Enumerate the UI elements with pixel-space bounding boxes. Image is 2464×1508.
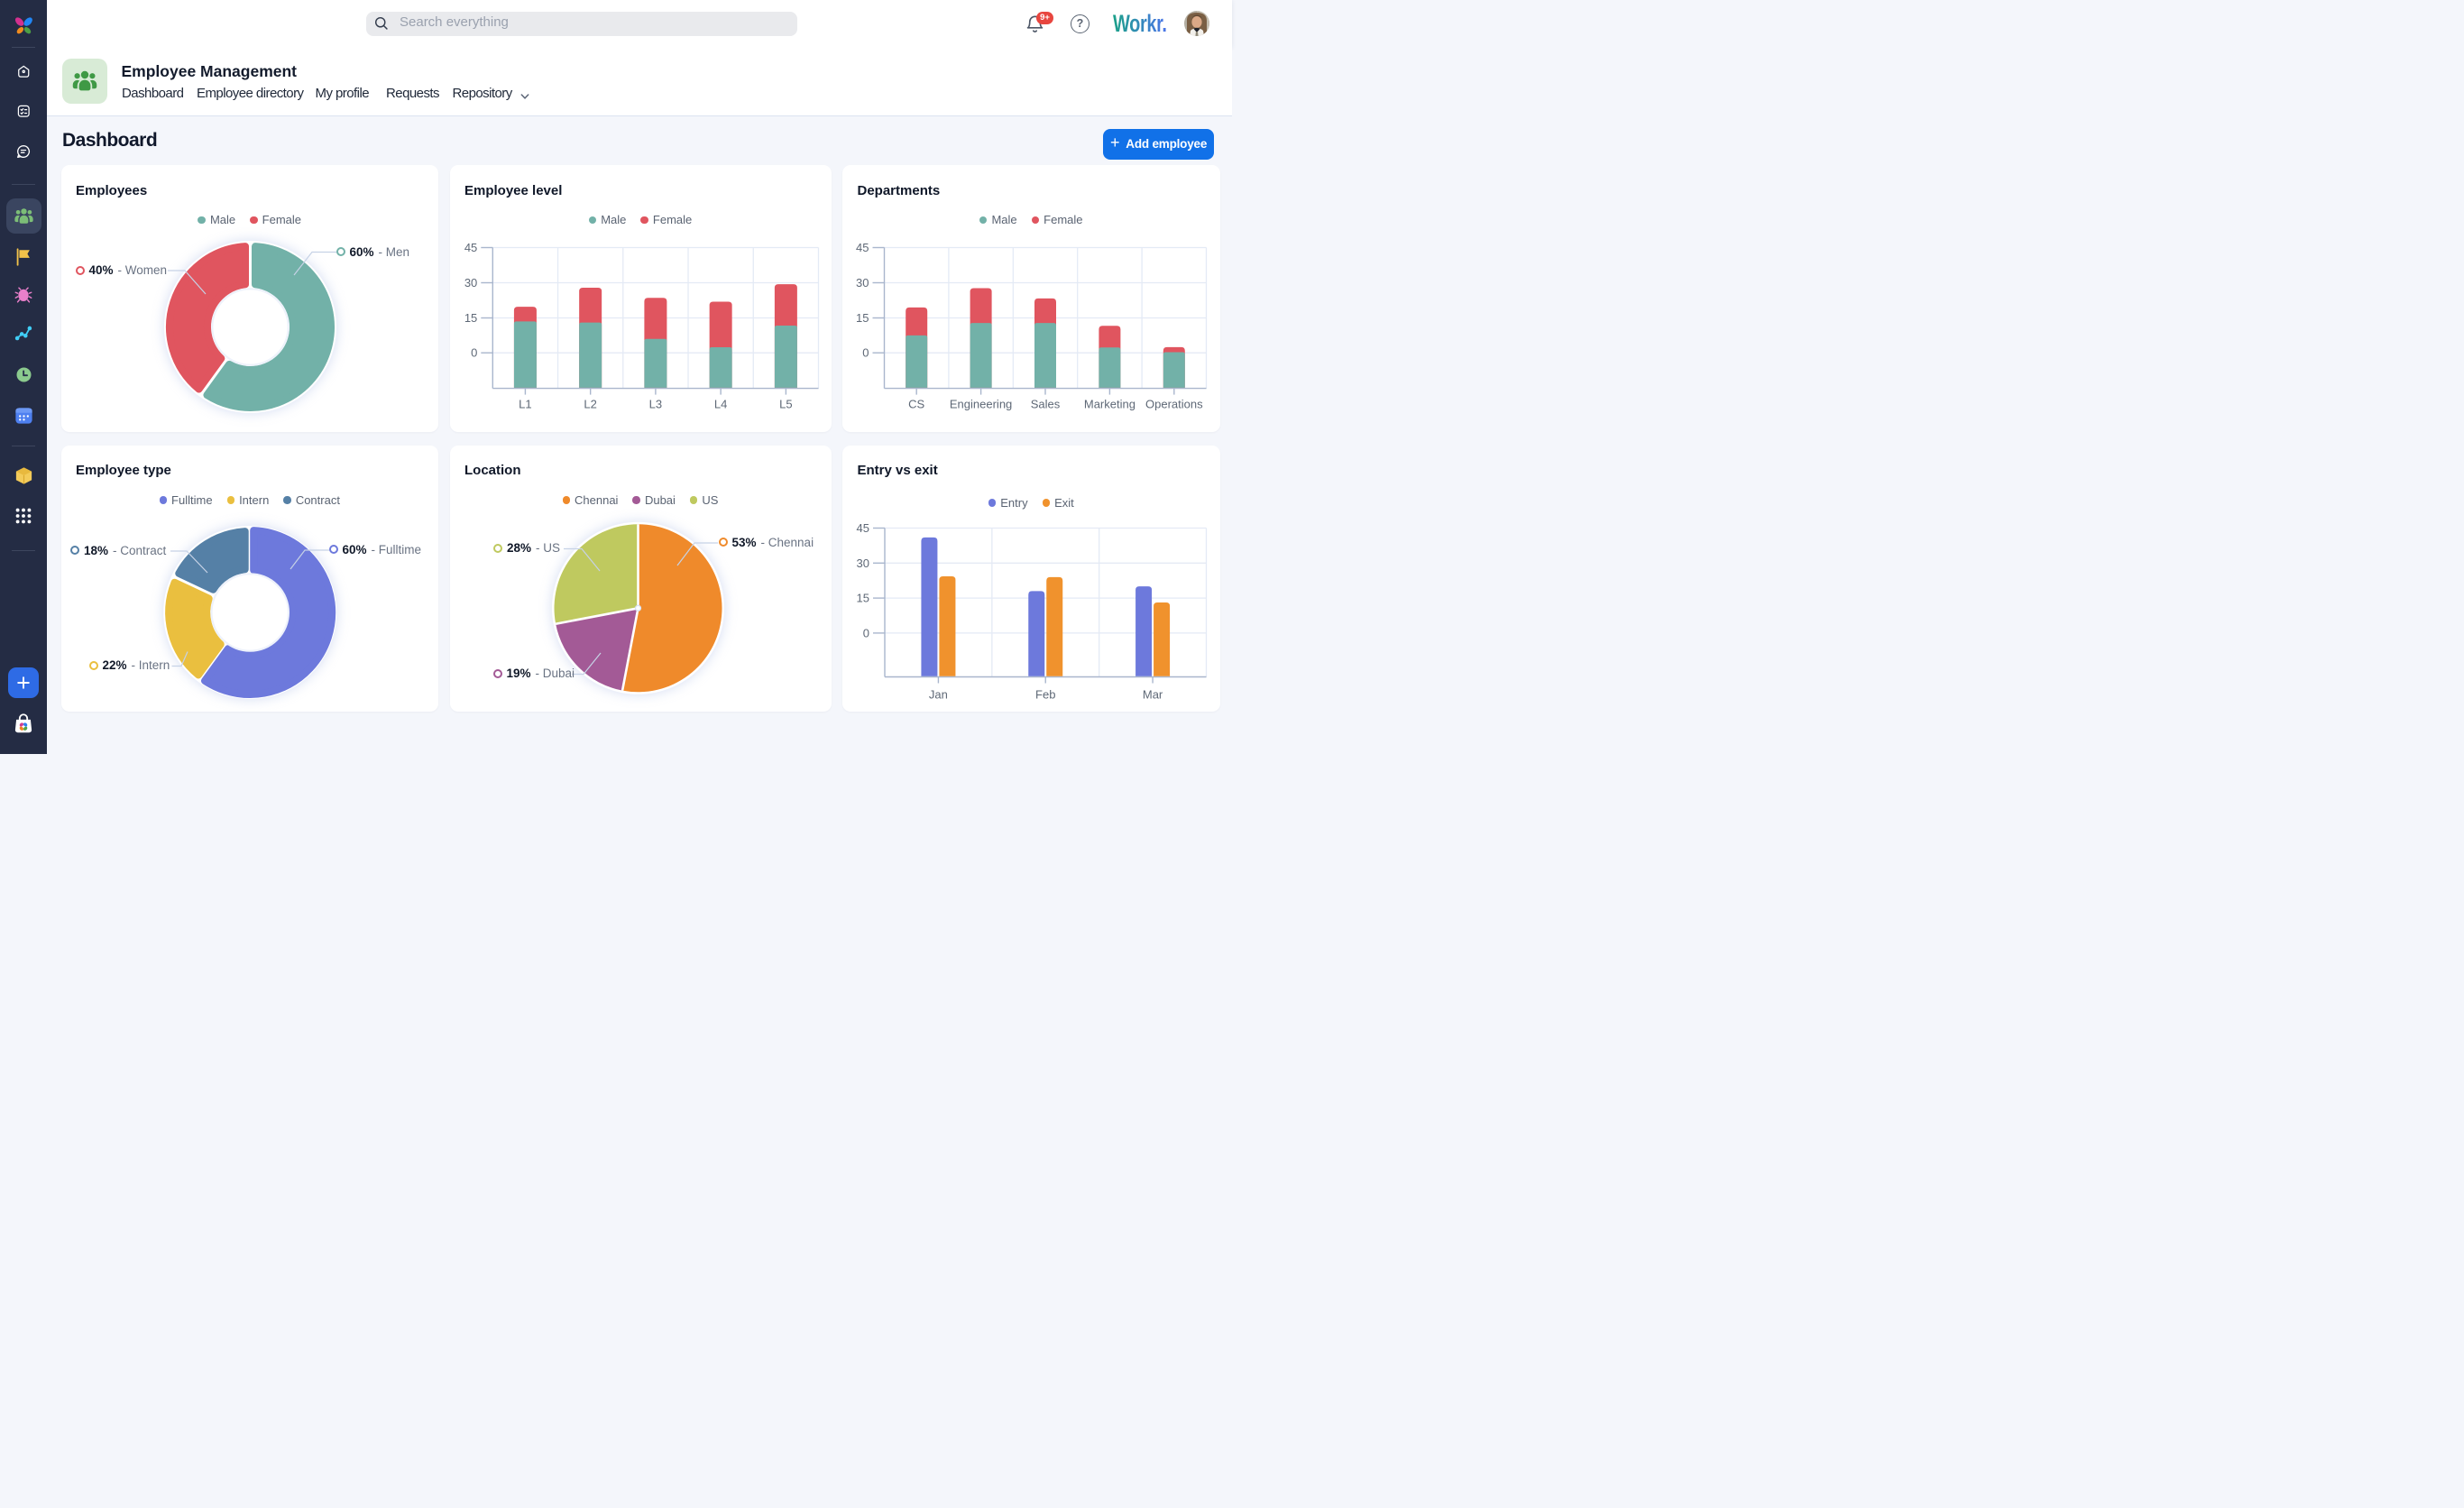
svg-text:45: 45 xyxy=(856,241,869,254)
svg-text:Engineering: Engineering xyxy=(950,398,1012,411)
svg-text:L4: L4 xyxy=(713,398,726,411)
svg-text:15: 15 xyxy=(857,591,869,604)
svg-text:Operations: Operations xyxy=(1145,398,1203,411)
svg-text:30: 30 xyxy=(464,276,476,290)
svg-text:0: 0 xyxy=(862,346,869,360)
svg-text:30: 30 xyxy=(856,276,869,290)
svg-text:Jan: Jan xyxy=(929,687,948,701)
svg-text:Feb: Feb xyxy=(1035,687,1055,701)
svg-text:L5: L5 xyxy=(779,398,792,411)
svg-text:Mar: Mar xyxy=(1143,687,1163,701)
svg-text:Marketing: Marketing xyxy=(1084,398,1135,411)
svg-text:0: 0 xyxy=(863,626,869,639)
svg-text:45: 45 xyxy=(857,521,869,535)
svg-text:45: 45 xyxy=(464,241,476,254)
svg-text:0: 0 xyxy=(471,346,477,360)
svg-text:30: 30 xyxy=(857,556,869,569)
svg-text:L2: L2 xyxy=(584,398,596,411)
svg-text:15: 15 xyxy=(856,311,869,325)
svg-text:15: 15 xyxy=(464,311,476,325)
svg-text:Sales: Sales xyxy=(1031,398,1061,411)
svg-text:L1: L1 xyxy=(519,398,531,411)
svg-text:CS: CS xyxy=(908,398,924,411)
svg-text:L3: L3 xyxy=(648,398,661,411)
